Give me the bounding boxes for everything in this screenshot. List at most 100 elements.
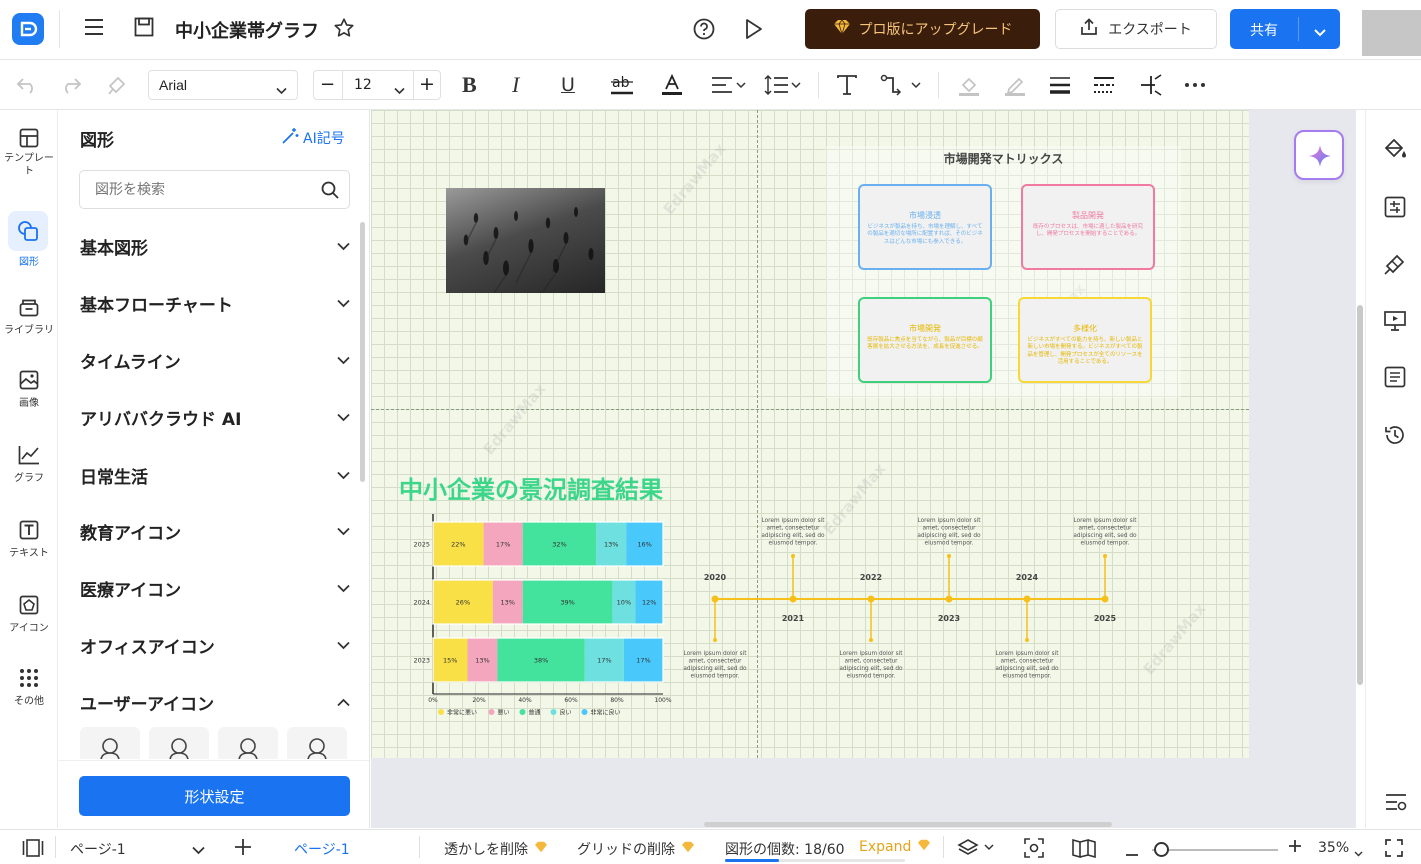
focus-icon[interactable] — [1024, 838, 1044, 862]
add-page-icon[interactable] — [234, 838, 252, 860]
rail-item-icon[interactable]: アイコン — [0, 595, 58, 634]
font-size-decrease-button[interactable]: − — [320, 74, 335, 95]
history-icon[interactable] — [1384, 424, 1406, 450]
layers-icon[interactable] — [957, 838, 997, 862]
rail-item-text[interactable]: テキスト — [0, 520, 58, 559]
font-size-value[interactable]: 12 — [354, 77, 372, 93]
legend-label: 悪い — [498, 710, 510, 717]
user-shape-tile[interactable] — [218, 727, 278, 759]
survey-title[interactable]: 中小企業の景況調査結果 — [399, 470, 663, 505]
font-color-icon[interactable] — [660, 72, 684, 98]
arrow-style-icon[interactable] — [1139, 72, 1163, 98]
matrix-card-market-development[interactable]: 市場開発 既存製品に焦点を当てながら、製品が目標の顧客層を拡大させる方法を、成長… — [858, 297, 992, 383]
ai-assistant-button[interactable] — [1294, 130, 1344, 180]
matrix-card-product-development[interactable]: 製品開発 既存のプロセスは、市場に適した製品を研究し、開発プロセスを開始すること… — [1021, 184, 1155, 270]
zoom-in-icon[interactable] — [1288, 839, 1302, 857]
remove-grid-button[interactable]: グリッドの削除 — [577, 839, 695, 859]
italic-icon[interactable]: I — [512, 72, 519, 98]
search-input[interactable] — [80, 171, 310, 208]
stacked-bar-chart[interactable]: 22% 17% 32% 13% 16% 2025 26% 13% 39% 10% 12% 2024 15… — [411, 510, 681, 718]
expand-button[interactable]: Expand — [859, 839, 931, 855]
zoom-select[interactable]: 35% — [1318, 830, 1368, 864]
rail-item-image[interactable]: 画像 — [0, 370, 58, 409]
rail-item-library[interactable]: ライブラリ — [0, 297, 58, 336]
fill-bucket-icon[interactable] — [1383, 137, 1407, 165]
timeline-diagram[interactable]: 2020 Lorem ipsum dolor sit amet, consectet… — [681, 510, 1151, 690]
strikethrough-icon[interactable]: ab — [610, 72, 634, 98]
font-family-select[interactable]: Arial — [148, 70, 298, 100]
bold-icon[interactable]: B — [462, 72, 477, 98]
redo-icon[interactable] — [60, 72, 82, 98]
page-select[interactable]: ページ-1 — [70, 830, 210, 864]
user-shape-tile[interactable] — [287, 727, 347, 759]
line-style-icon[interactable] — [1093, 72, 1115, 98]
save-icon[interactable] — [134, 17, 154, 41]
upgrade-button[interactable]: プロ版にアップグレード — [805, 9, 1040, 49]
user-shape-tile[interactable] — [80, 727, 140, 759]
fill-icon[interactable] — [957, 72, 981, 98]
undo-icon[interactable] — [16, 72, 38, 98]
user-shape-tile[interactable] — [149, 727, 209, 759]
category-medical-icons[interactable]: 医療アイコン — [80, 573, 350, 603]
rail-item-graph[interactable]: グラフ — [0, 445, 58, 484]
zoom-out-icon[interactable] — [1125, 845, 1139, 861]
app-logo[interactable] — [12, 13, 44, 45]
presentation-icon[interactable] — [1383, 309, 1407, 337]
chevron-down-icon[interactable] — [394, 80, 405, 99]
search-icon[interactable] — [321, 181, 339, 203]
star-icon[interactable] — [333, 17, 355, 43]
rail-item-template[interactable]: テンプレート — [0, 128, 58, 178]
share-button[interactable]: 共有 — [1230, 9, 1340, 49]
ai-symbol-button[interactable]: AI記号 — [281, 127, 345, 149]
matrix-card-diversification[interactable]: 多様化 ビジネスがすべての能力を持ち、新しい製品と新しい市場を開発する。ビジネス… — [1018, 297, 1152, 383]
line-spacing-icon[interactable] — [764, 72, 802, 98]
align-icon[interactable] — [711, 72, 747, 98]
remove-watermark-button[interactable]: 透かしを削除 — [444, 839, 548, 859]
outline-list-icon[interactable] — [1384, 366, 1406, 392]
line-color-icon[interactable] — [1003, 72, 1027, 98]
fullscreen-icon[interactable] — [1385, 839, 1403, 861]
shape-settings-button[interactable]: 形状設定 — [79, 776, 350, 816]
category-alibaba-cloud-ai[interactable]: アリババクラウド AI — [80, 402, 350, 432]
format-painter-icon[interactable] — [106, 72, 128, 98]
zoom-slider-handle[interactable] — [1154, 842, 1169, 857]
canvas-scrollbar-horizontal[interactable] — [704, 822, 1112, 827]
panel-scrollbar[interactable] — [360, 222, 365, 482]
category-label: タイムライン — [80, 352, 181, 373]
connector-icon[interactable] — [880, 72, 922, 98]
drawing-page[interactable]: EdrawMax EdrawMax EdrawMax EdrawMax Edra… — [371, 110, 1249, 758]
help-icon[interactable] — [693, 18, 715, 44]
shape-search-field[interactable] — [79, 170, 350, 209]
chevron-down-icon[interactable] — [1314, 23, 1326, 42]
line-weight-icon[interactable] — [1049, 72, 1071, 98]
rail-item-other[interactable]: その他 — [0, 668, 58, 707]
menu-icon[interactable] — [84, 18, 104, 40]
avatar[interactable] — [1362, 10, 1421, 56]
page-panel-icon[interactable] — [22, 839, 44, 861]
style-brush-icon[interactable] — [1383, 252, 1407, 280]
export-button[interactable]: エクスポート — [1055, 9, 1217, 49]
market-matrix[interactable]: 市場開発マトリックス 市場浸透 ビジネスが製品を持ち、市場を理解し、すべての製品… — [826, 146, 1181, 398]
category-user-icons[interactable]: ユーザーアイコン — [80, 687, 350, 717]
font-size-increase-button[interactable]: + — [419, 73, 435, 95]
canvas-scrollbar-vertical[interactable] — [1357, 305, 1363, 685]
category-basic-shapes[interactable]: 基本図形 — [80, 231, 350, 261]
panel-settings-icon[interactable] — [1385, 792, 1407, 816]
category-daily-life[interactable]: 日常生活 — [80, 460, 350, 490]
crowd-photo[interactable] — [446, 188, 605, 293]
page-setup-icon[interactable] — [1384, 196, 1406, 222]
book-icon[interactable] — [1072, 838, 1096, 862]
play-icon[interactable] — [744, 18, 764, 44]
matrix-card-market-penetration[interactable]: 市場浸透 ビジネスが製品を持ち、市場を理解し、すべての製品を適切な場所に配置すれ… — [858, 184, 992, 270]
text-tool-icon[interactable] — [836, 72, 858, 98]
category-education-icons[interactable]: 教育アイコン — [80, 516, 350, 546]
underline-icon[interactable]: U — [561, 72, 575, 98]
more-icon[interactable] — [1184, 72, 1206, 98]
category-office-icons[interactable]: オフィスアイコン — [80, 630, 350, 660]
page-tab-active[interactable]: ページ-1 — [294, 839, 350, 859]
rail-item-shapes[interactable] — [8, 211, 48, 251]
document-title[interactable]: 中小企業帯グラフ — [175, 17, 319, 43]
zoom-slider[interactable] — [1152, 849, 1278, 851]
category-timeline[interactable]: タイムライン — [80, 345, 350, 375]
category-basic-flowchart[interactable]: 基本フローチャート — [80, 288, 350, 318]
